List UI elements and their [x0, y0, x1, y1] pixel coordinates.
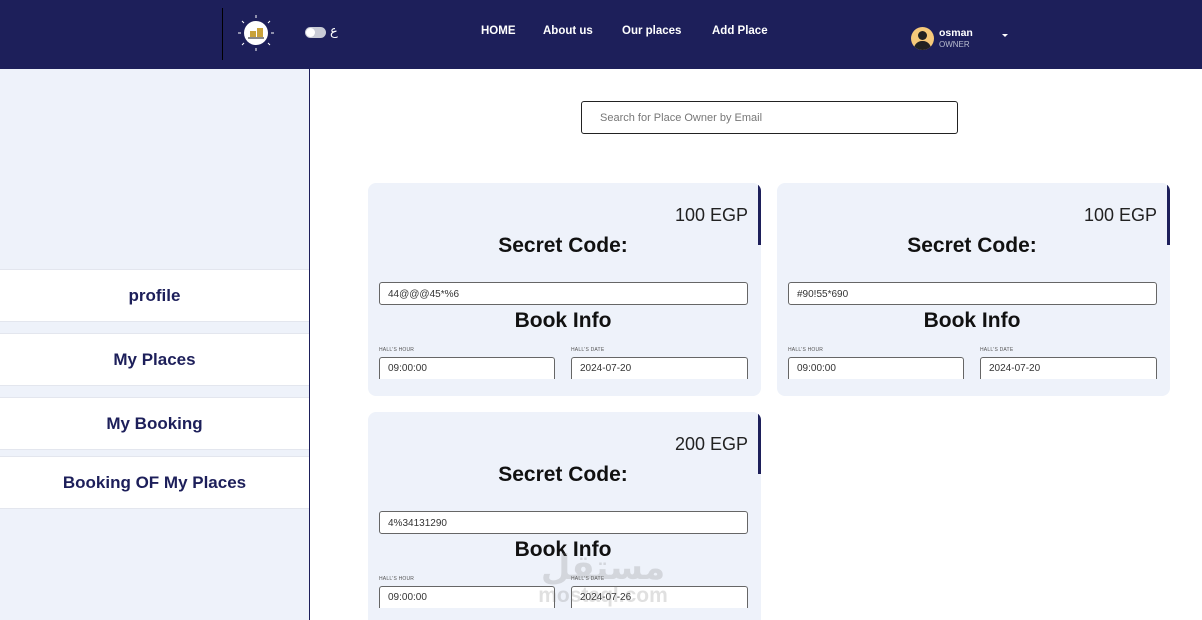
hall-date-field[interactable]: 2024-07-26 — [571, 586, 748, 608]
book-info-heading: Book Info — [514, 309, 612, 332]
secret-code-field[interactable]: #90!55*690 — [788, 282, 1157, 305]
sidebar-item-booking-of-my-places[interactable]: Booking OF My Places — [0, 456, 309, 509]
navbar-divider — [222, 8, 223, 60]
sidebar: profile My Places My Booking Booking OF … — [0, 69, 310, 620]
user-avatar-icon[interactable] — [911, 27, 934, 50]
top-navbar: ع HOME About us Our places Add Place osm… — [0, 0, 1202, 69]
hall-date-field[interactable]: 2024-07-20 — [980, 357, 1157, 379]
card-accent — [758, 183, 761, 245]
hall-hour-label: HALL'S HOUR — [379, 576, 415, 582]
hall-hour-field[interactable]: 09:00:00 — [788, 357, 964, 379]
hall-date-label: HALL'S DATE — [571, 576, 605, 582]
hall-date-label: HALL'S DATE — [980, 347, 1014, 353]
nav-about-us[interactable]: About us — [543, 25, 593, 37]
secret-code-heading: Secret Code: — [907, 234, 1037, 257]
booking-card: 200 EGP Secret Code: 4%34131290 Book Inf… — [368, 412, 761, 620]
user-name[interactable]: osman — [939, 27, 973, 39]
card-accent — [758, 412, 761, 474]
nav-add-place[interactable]: Add Place — [712, 25, 768, 37]
nav-home[interactable]: HOME — [481, 25, 516, 37]
hall-date-field[interactable]: 2024-07-20 — [571, 357, 748, 379]
language-label: ع — [330, 23, 338, 38]
search-input[interactable] — [581, 101, 958, 134]
hall-hour-label: HALL'S HOUR — [379, 347, 415, 353]
price-label: 100 EGP — [1083, 205, 1157, 225]
book-info-heading: Book Info — [923, 309, 1021, 332]
sidebar-item-profile[interactable]: profile — [0, 269, 309, 322]
user-role: OWNER — [939, 40, 970, 49]
toggle-knob — [306, 28, 315, 37]
hall-hour-field[interactable]: 09:00:00 — [379, 357, 555, 379]
avatar-head — [918, 31, 927, 40]
secret-code-heading: Secret Code: — [498, 234, 628, 257]
logo-icon[interactable] — [232, 13, 278, 53]
hall-hour-label: HALL'S HOUR — [788, 347, 824, 353]
avatar-body — [914, 41, 931, 50]
price-label: 100 EGP — [674, 205, 748, 225]
hall-date-label: HALL'S DATE — [571, 347, 605, 353]
book-info-heading: Book Info — [514, 538, 612, 561]
nav-our-places[interactable]: Our places — [622, 25, 681, 37]
booking-card: 100 EGP Secret Code: #90!55*690 Book Inf… — [777, 183, 1170, 396]
price-label: 200 EGP — [674, 434, 748, 454]
user-menu-chevron-down-icon[interactable] — [1002, 34, 1008, 37]
sidebar-item-my-places[interactable]: My Places — [0, 333, 309, 386]
sidebar-item-my-booking[interactable]: My Booking — [0, 397, 309, 450]
language-toggle[interactable] — [305, 27, 326, 38]
secret-code-heading: Secret Code: — [498, 463, 628, 486]
card-accent — [1167, 183, 1170, 245]
hall-hour-field[interactable]: 09:00:00 — [379, 586, 555, 608]
secret-code-field[interactable]: 4%34131290 — [379, 511, 748, 534]
secret-code-field[interactable]: 44@@@45*%6 — [379, 282, 748, 305]
booking-card: 100 EGP Secret Code: 44@@@45*%6 Book Inf… — [368, 183, 761, 396]
